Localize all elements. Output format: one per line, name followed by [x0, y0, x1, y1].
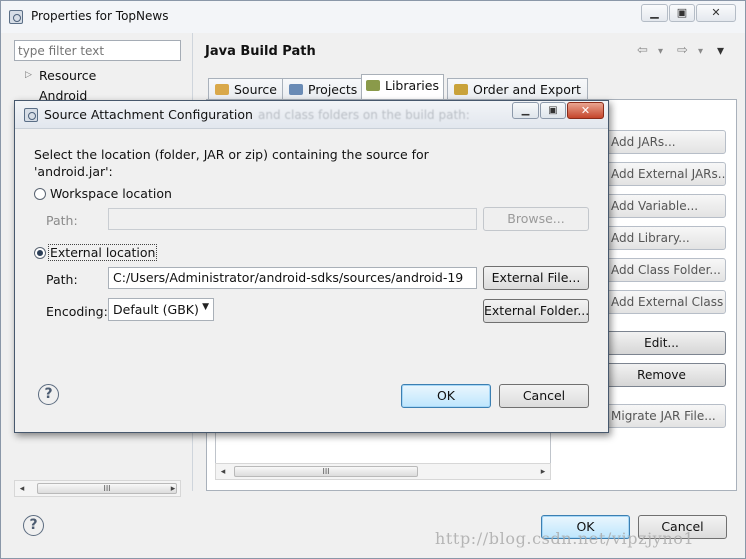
- scroll-left-arrow-icon[interactable]: ◂: [217, 465, 229, 479]
- external-path-label: Path:: [46, 272, 78, 287]
- side-button-add-library[interactable]: Add Library...: [597, 226, 726, 250]
- source-attachment-dialog: Source Attachment Configuration and clas…: [14, 100, 609, 433]
- workspace-location-radio[interactable]: [34, 188, 46, 200]
- dialog-title-bar[interactable]: Source Attachment Configuration and clas…: [15, 101, 608, 129]
- forward-menu-icon[interactable]: ▾: [698, 46, 703, 57]
- forward-arrow-icon[interactable]: ⇨: [677, 43, 688, 58]
- libraries-icon: [366, 80, 380, 91]
- eclipse-app-icon: [24, 108, 38, 122]
- side-button-add-class-folder[interactable]: Add Class Folder...: [597, 258, 726, 282]
- tree-item-resource[interactable]: Resource: [39, 68, 96, 83]
- tree-horizontal-scrollbar[interactable]: ◂ III ▸: [14, 480, 181, 497]
- scroll-right-arrow-icon[interactable]: ▸: [537, 465, 549, 479]
- side-button-add-external-class-folder[interactable]: Add External Class Folder...: [597, 290, 726, 314]
- workspace-path-field[interactable]: [108, 208, 477, 230]
- expand-arrow-icon[interactable]: ▷: [25, 70, 32, 80]
- browse-button[interactable]: Browse...: [483, 207, 589, 231]
- workspace-location-label[interactable]: Workspace location: [50, 186, 172, 201]
- scrollbar-thumb[interactable]: III: [37, 483, 177, 494]
- scrollbar-thumb[interactable]: III: [234, 466, 418, 477]
- side-button-migrate-jar-file[interactable]: Migrate JAR File...: [597, 404, 726, 428]
- close-button[interactable]: ✕: [696, 4, 736, 22]
- dialog-title: Source Attachment Configuration: [44, 107, 253, 122]
- side-button-remove[interactable]: Remove: [597, 363, 726, 387]
- window-title-bar[interactable]: Properties for TopNews ▁ ▣ ✕: [1, 1, 745, 33]
- view-menu-icon[interactable]: ▾: [717, 43, 724, 59]
- external-file-button[interactable]: External File...: [483, 266, 589, 290]
- window-title: Properties for TopNews: [31, 9, 169, 23]
- dialog-maximize-button[interactable]: ▣: [540, 102, 566, 119]
- help-icon[interactable]: ?: [23, 515, 44, 536]
- dialog-ok-button[interactable]: OK: [401, 384, 491, 408]
- tab-libraries[interactable]: Libraries: [361, 74, 444, 100]
- list-horizontal-scrollbar[interactable]: ◂ III ▸: [215, 463, 551, 480]
- back-arrow-icon[interactable]: ⇦: [637, 43, 648, 58]
- chevron-down-icon: ▼: [202, 302, 209, 312]
- instruction-line-1: Select the location (folder, JAR or zip)…: [34, 147, 429, 162]
- external-folder-button[interactable]: External Folder...: [483, 299, 589, 323]
- side-button-edit[interactable]: Edit...: [597, 331, 726, 355]
- instruction-line-2: 'android.jar':: [34, 164, 113, 179]
- scroll-right-arrow-icon[interactable]: ▸: [167, 482, 179, 496]
- order-export-icon: [454, 84, 468, 95]
- side-button-add-variable[interactable]: Add Variable...: [597, 194, 726, 218]
- dialog-close-button[interactable]: ✕: [567, 102, 604, 119]
- page-title: Java Build Path: [205, 44, 316, 59]
- tab-order-and-export[interactable]: Order and Export: [447, 78, 588, 100]
- tab-source[interactable]: Source: [208, 78, 284, 100]
- help-icon[interactable]: ?: [38, 384, 59, 405]
- encoding-label: Encoding:: [46, 304, 108, 319]
- projects-icon: [289, 84, 303, 95]
- maximize-button[interactable]: ▣: [669, 4, 695, 22]
- tab-projects[interactable]: Projects: [282, 78, 365, 100]
- dialog-cancel-button[interactable]: Cancel: [499, 384, 589, 408]
- watermark: http://blog.csdn.net/vipzjyno1: [435, 529, 695, 548]
- workspace-path-label: Path:: [46, 213, 78, 228]
- scroll-left-arrow-icon[interactable]: ◂: [16, 482, 28, 496]
- encoding-value: Default (GBK): [113, 302, 199, 317]
- source-folder-icon: [215, 84, 229, 95]
- filter-input[interactable]: [14, 40, 181, 61]
- dialog-minimize-button[interactable]: ▁: [512, 102, 539, 119]
- external-location-radio[interactable]: [34, 247, 46, 259]
- external-location-label[interactable]: External location: [47, 244, 158, 261]
- minimize-button[interactable]: ▁: [641, 4, 668, 22]
- back-menu-icon[interactable]: ▾: [658, 46, 663, 57]
- side-button-add-jars[interactable]: Add JARs...: [597, 130, 726, 154]
- background-text: and class folders on the build path:: [258, 108, 470, 122]
- encoding-select[interactable]: Default (GBK) ▼: [108, 298, 214, 321]
- eclipse-app-icon: [9, 10, 23, 24]
- external-path-field[interactable]: C:/Users/Administrator/android-sdks/sour…: [108, 267, 477, 289]
- side-button-add-external-jars[interactable]: Add External JARs...: [597, 162, 726, 186]
